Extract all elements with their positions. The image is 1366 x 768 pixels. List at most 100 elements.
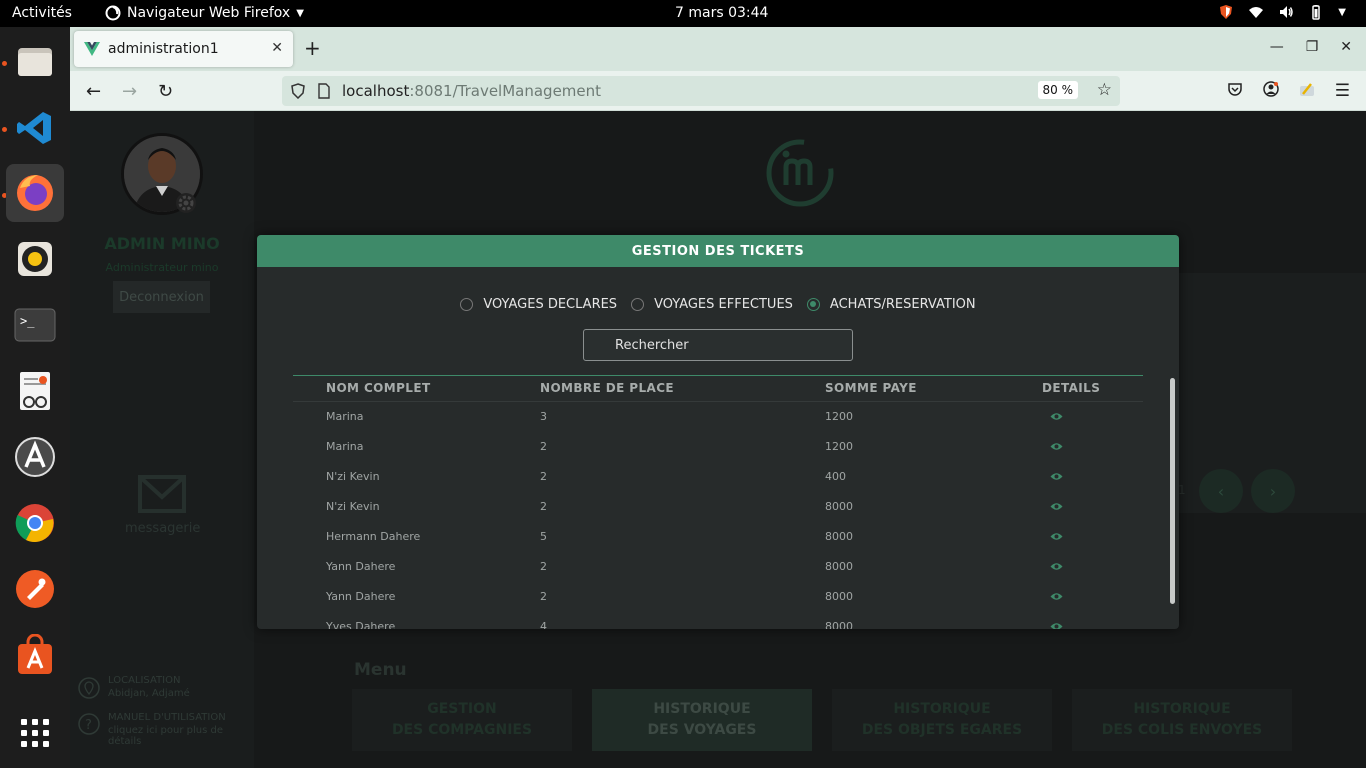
radio-button[interactable] xyxy=(806,298,820,311)
eye-icon[interactable] xyxy=(1050,532,1063,541)
help-icon[interactable]: ? xyxy=(78,713,100,735)
search-input[interactable] xyxy=(583,329,853,361)
table-row[interactable]: Hermann Dahere 5 8000 xyxy=(293,522,1143,552)
shield-icon[interactable] xyxy=(290,83,306,99)
cell-amount: 400 xyxy=(825,470,846,483)
extension-icon[interactable] xyxy=(1299,81,1315,97)
dock-postman[interactable] xyxy=(6,560,64,618)
menu-tile-parcels[interactable]: HISTORIQUE DES COLIS ENVOYES xyxy=(1072,689,1292,751)
menu-tile-lost-items[interactable]: HISTORIQUE DES OBJETS EGARES xyxy=(832,689,1052,751)
battery-icon[interactable] xyxy=(1308,4,1324,20)
logout-button[interactable]: Deconnexion xyxy=(113,281,210,313)
bookmark-star-icon[interactable]: ☆ xyxy=(1097,80,1112,100)
eye-icon[interactable] xyxy=(1050,592,1063,601)
zoom-level[interactable]: 80 % xyxy=(1037,81,1078,99)
document-viewer-icon xyxy=(20,372,50,410)
menu-tile-trips-history[interactable]: HISTORIQUE DES VOYAGES xyxy=(592,689,812,751)
activities-button[interactable]: Activités xyxy=(12,5,72,21)
pocket-icon[interactable] xyxy=(1227,81,1243,97)
prev-page-button[interactable]: ‹ xyxy=(1199,469,1243,513)
back-arrow-icon[interactable]: ← xyxy=(86,81,101,102)
dock-vscode[interactable] xyxy=(6,99,64,157)
column-header-details[interactable]: DETAILS xyxy=(1042,381,1100,395)
tile-label-line2: DES COLIS ENVOYES xyxy=(1101,722,1263,738)
dock-terminal[interactable]: >_ xyxy=(6,296,64,354)
close-tab-icon[interactable]: ✕ xyxy=(271,40,283,56)
table-row[interactable]: Marina 2 1200 xyxy=(293,432,1143,462)
location-pin-icon xyxy=(78,677,100,699)
column-header-places[interactable]: NOMBRE DE PLACE xyxy=(540,381,674,395)
dock-app-center[interactable] xyxy=(6,626,64,684)
vue-logo-icon xyxy=(84,42,100,56)
table-row[interactable]: Yves Dahere 4 8000 xyxy=(293,612,1143,629)
url-bar[interactable]: localhost:8081/TravelManagement 80 % ☆ xyxy=(282,76,1120,106)
eye-icon[interactable] xyxy=(1050,472,1063,481)
gear-icon[interactable] xyxy=(174,191,198,215)
table-row[interactable]: Marina 3 1200 xyxy=(293,402,1143,432)
dock-software-updater[interactable] xyxy=(6,428,64,486)
radio-label: VOYAGES EFFECTUES xyxy=(654,297,793,312)
eye-icon[interactable] xyxy=(1050,412,1063,421)
radio-button[interactable] xyxy=(631,298,645,311)
cell-name: Hermann Dahere xyxy=(326,530,421,543)
tab-administration1[interactable]: administration1 ✕ xyxy=(74,31,293,67)
radio-button[interactable] xyxy=(460,298,474,311)
cell-name: Marina xyxy=(326,440,364,453)
dock-chrome[interactable] xyxy=(6,494,64,552)
radio-completed-trips[interactable]: VOYAGES EFFECTUES xyxy=(631,297,793,312)
minimize-icon[interactable]: — xyxy=(1270,39,1284,55)
hamburger-menu-icon[interactable]: ☰ xyxy=(1335,81,1350,101)
menu-tile-companies[interactable]: GESTION DES COMPAGNIES xyxy=(352,689,572,751)
window-controls: — ❐ ✕ xyxy=(1270,39,1352,55)
brave-shield-icon[interactable] xyxy=(1218,4,1234,20)
manual-description[interactable]: cliquez ici pour plus de détails xyxy=(108,725,254,747)
next-page-button[interactable]: › xyxy=(1251,469,1295,513)
firefox-window: administration1 ✕ + — ❐ ✕ ← → ↻ localhos… xyxy=(70,27,1366,768)
location-value: Abidjan, Adjamé xyxy=(108,688,190,699)
table-row[interactable]: N'zi Kevin 2 8000 xyxy=(293,492,1143,522)
url-path: :8081/TravelManagement xyxy=(409,82,602,100)
dock-show-apps[interactable] xyxy=(6,704,64,762)
messaging-label[interactable]: messagerie xyxy=(125,521,200,536)
chrome-icon xyxy=(15,504,54,542)
table-row[interactable]: Yann Dahere 2 8000 xyxy=(293,552,1143,582)
chevron-down-icon[interactable]: ▼ xyxy=(1338,7,1346,18)
app-menu[interactable]: Navigateur Web Firefox ▼ xyxy=(105,5,304,21)
column-header-name[interactable]: NOM COMPLET xyxy=(326,381,431,395)
table-row[interactable]: N'zi Kevin 2 400 xyxy=(293,462,1143,492)
table-scrollbar[interactable] xyxy=(1170,378,1175,604)
system-tray[interactable]: ▼ xyxy=(1218,4,1346,20)
page-info-icon[interactable] xyxy=(317,83,331,99)
dock-firefox[interactable] xyxy=(6,164,64,222)
clock[interactable]: 7 mars 03:44 xyxy=(675,5,768,21)
eye-icon[interactable] xyxy=(1050,502,1063,511)
eye-icon[interactable] xyxy=(1050,442,1063,451)
forward-arrow-icon[interactable]: → xyxy=(122,81,137,102)
radio-declared-trips[interactable]: VOYAGES DECLARES xyxy=(460,297,617,312)
account-icon[interactable] xyxy=(1263,81,1279,97)
envelope-icon[interactable] xyxy=(138,475,186,513)
cell-amount: 1200 xyxy=(825,440,853,453)
column-header-amount[interactable]: SOMME PAYE xyxy=(825,381,917,395)
reload-icon[interactable]: ↻ xyxy=(158,81,173,102)
rhythmbox-icon xyxy=(18,242,52,276)
new-tab-button[interactable]: + xyxy=(304,36,321,60)
radio-purchases-reservations[interactable]: ACHATS/RESERVATION xyxy=(806,297,976,312)
cell-places: 2 xyxy=(540,470,547,483)
eye-icon[interactable] xyxy=(1050,622,1063,629)
wifi-icon[interactable] xyxy=(1248,4,1264,20)
manual-title[interactable]: MANUEL D'UTILISATION xyxy=(108,712,226,723)
volume-icon[interactable] xyxy=(1278,4,1294,20)
svg-text:?: ? xyxy=(85,718,92,733)
close-window-icon[interactable]: ✕ xyxy=(1340,39,1352,55)
dock-rhythmbox[interactable] xyxy=(6,230,64,288)
eye-icon[interactable] xyxy=(1050,562,1063,571)
chevron-left-icon: ‹ xyxy=(1217,481,1225,501)
table-row[interactable]: Yann Dahere 2 8000 xyxy=(293,582,1143,612)
dock-document-viewer[interactable] xyxy=(6,362,64,420)
cell-places: 2 xyxy=(540,590,547,603)
dock-files[interactable] xyxy=(6,33,64,91)
svg-text:>_: >_ xyxy=(20,314,35,328)
maximize-icon[interactable]: ❐ xyxy=(1306,39,1319,55)
tickets-modal: GESTION DES TICKETS VOYAGES DECLARES VOY… xyxy=(257,235,1179,629)
